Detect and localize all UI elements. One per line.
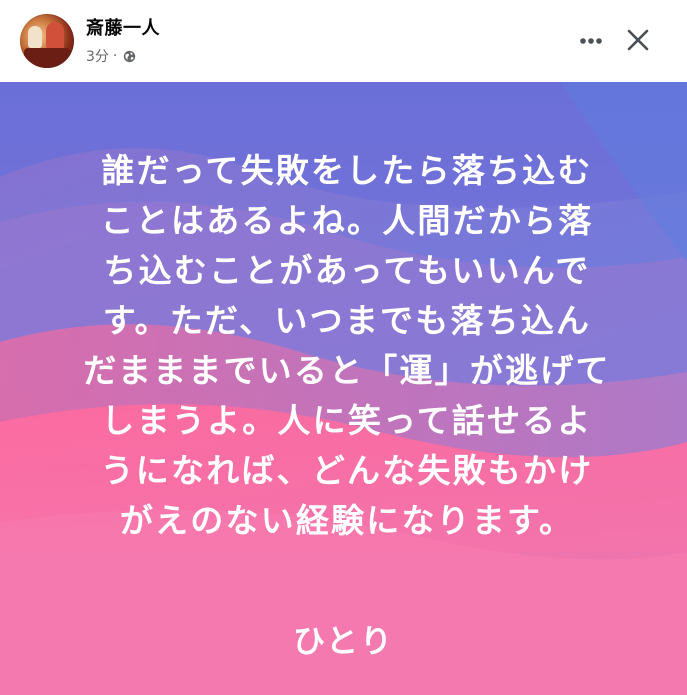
post-time[interactable]: 3分 xyxy=(86,46,109,66)
meta-separator: · xyxy=(112,48,118,64)
quote-card: 誰だって失敗をしたら落ち込む ことはあるよね。人間だから落 ち込むことがあっても… xyxy=(0,82,687,695)
quote-line: しまうよ。人に笑って話せるよ xyxy=(101,401,593,440)
more-horizontal-icon[interactable] xyxy=(574,24,608,58)
quote-line: うになれば、どんな失敗もかけ xyxy=(100,451,594,490)
quote-line: ことはあるよね。人間だから落 xyxy=(100,201,594,240)
quote-line: だまままでいると「運」が逃げて xyxy=(83,351,611,390)
globe-icon[interactable] xyxy=(123,50,136,63)
author-name[interactable]: 斎藤一人 xyxy=(86,14,160,40)
quote-line: 誰だって失敗をしたら落ち込む xyxy=(101,151,593,190)
quote-line: がえのない経験になります。 xyxy=(119,501,575,540)
quote-text: 誰だって失敗をしたら落ち込む ことはあるよね。人間だから落 ち込むことがあっても… xyxy=(44,146,650,546)
post-header: 斎藤一人 3分 · xyxy=(0,0,687,82)
signature: ひとり xyxy=(292,622,395,660)
close-icon[interactable] xyxy=(620,22,656,58)
avatar[interactable] xyxy=(20,14,74,68)
quote-line: ち込むことがあってもいいんで xyxy=(103,251,591,290)
post-meta: 3分 · xyxy=(86,46,136,66)
post: 斎藤一人 3分 · 誰だって失敗をしたら落ち込む ことはあるよね。人間だから落 … xyxy=(0,0,687,695)
quote-line: す。ただ、いつまでも落ち込ん xyxy=(102,301,592,340)
